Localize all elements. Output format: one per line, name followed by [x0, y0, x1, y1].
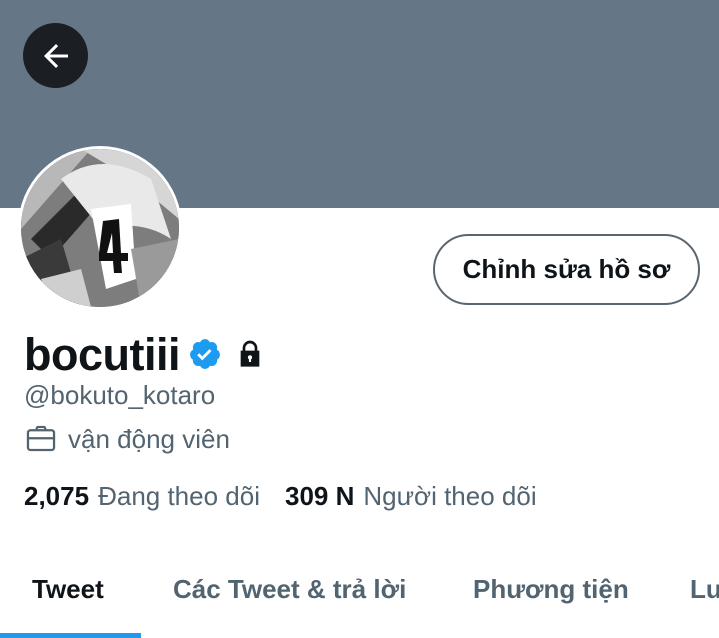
following-count[interactable]: 2,075 — [24, 481, 89, 512]
follow-stats: 2,075 Đang theo dõi 309 N Người theo dõi — [24, 481, 537, 512]
display-name: bocutiii — [24, 328, 180, 380]
arrow-left-icon — [43, 43, 68, 68]
avatar[interactable] — [18, 146, 182, 310]
profile-avatar-image — [21, 149, 179, 307]
edit-profile-button[interactable]: Chỉnh sửa hồ sơ — [433, 234, 700, 305]
profile-tabs: Tweet Các Tweet & trả lời Phương tiện Lu — [0, 546, 719, 638]
user-handle: @bokuto_kotaro — [24, 380, 216, 410]
verified-badge-icon — [190, 339, 220, 369]
display-name-row: bocutiii — [24, 326, 266, 382]
back-button[interactable] — [23, 23, 88, 88]
tab-media[interactable]: Phương tiện — [473, 574, 629, 605]
followers-label[interactable]: Người theo dõi — [363, 481, 536, 512]
tab-likes[interactable]: Lu — [690, 574, 719, 605]
active-tab-indicator — [0, 633, 141, 638]
followers-count[interactable]: 309 N — [285, 481, 354, 512]
occupation-text: vận động viên — [68, 423, 230, 454]
tab-tweets[interactable]: Tweet — [32, 574, 104, 605]
profile-occupation: vận động viên — [24, 422, 230, 456]
tab-tweets-and-replies[interactable]: Các Tweet & trả lời — [173, 574, 406, 605]
briefcase-icon — [26, 425, 56, 452]
lock-icon — [240, 340, 260, 367]
profile-page: Chỉnh sửa hồ sơ bocutiii @bokuto_kotaro … — [0, 0, 719, 638]
following-label[interactable]: Đang theo dõi — [98, 481, 260, 512]
